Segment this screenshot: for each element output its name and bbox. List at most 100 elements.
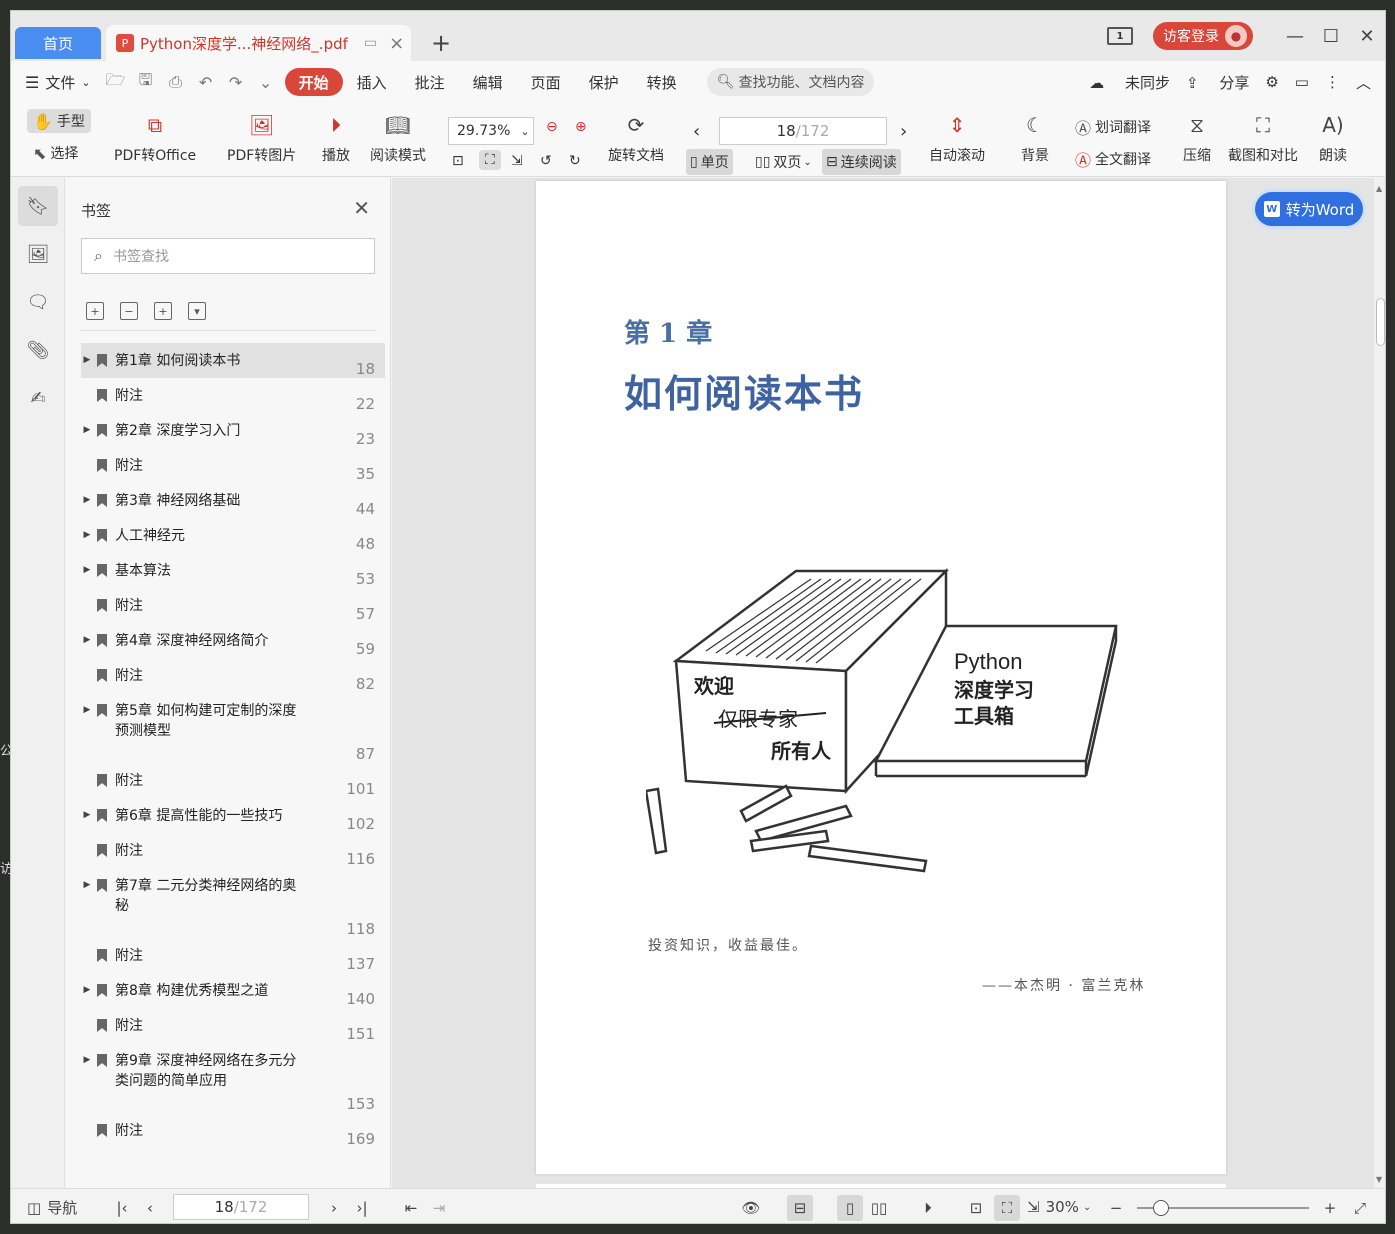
zoom-out-icon[interactable]: ⊖ bbox=[546, 119, 558, 135]
auto-scroll-button[interactable]: ⇕ 自动滚动 bbox=[929, 111, 985, 165]
new-tab-button[interactable]: + bbox=[431, 29, 451, 57]
expand-arrow-icon[interactable]: ▶ bbox=[81, 1055, 93, 1065]
actual-size-icon[interactable]: ⊡ bbox=[452, 153, 464, 169]
zoom-out-icon[interactable]: − bbox=[1103, 1195, 1129, 1221]
menu-tab-start[interactable]: 开始 bbox=[284, 68, 343, 96]
select-tool-button[interactable]: ⬉ 选择 bbox=[33, 143, 78, 163]
thumbnail-panel-icon[interactable]: 🖼︎ bbox=[18, 234, 58, 274]
read-mode-button[interactable]: 📖︎ 阅读模式 bbox=[370, 111, 426, 165]
zoom-slider[interactable] bbox=[1137, 1200, 1309, 1216]
guest-login-button[interactable]: 访客登录 ● bbox=[1153, 22, 1253, 50]
bookmark-item[interactable]: 附注 35 bbox=[81, 448, 385, 483]
navigation-toggle[interactable]: ◫ 导航 bbox=[27, 1197, 77, 1218]
customize-quick-access-icon[interactable]: ⌄ bbox=[255, 71, 277, 93]
zoom-in-icon[interactable]: ⊕ bbox=[575, 119, 587, 135]
undo-icon[interactable]: ↶ bbox=[195, 71, 217, 93]
bookmark-item[interactable]: ▶ 第5章 如何构建可定制的深度预测模型 87 bbox=[81, 693, 385, 763]
expand-arrow-icon[interactable]: ▶ bbox=[81, 705, 93, 715]
pdf-to-image-button[interactable]: 🖼︎ PDF转图片 bbox=[227, 111, 296, 165]
play-icon[interactable]: ⏵ bbox=[915, 1195, 941, 1221]
prev-page-icon[interactable]: ‹ bbox=[693, 121, 700, 142]
pin-icon[interactable]: ▭ bbox=[364, 35, 377, 51]
status-page-input[interactable]: 18/172 bbox=[173, 1194, 309, 1220]
continuous-view-icon[interactable]: ⊟ bbox=[787, 1195, 813, 1221]
expand-arrow-icon[interactable]: ▶ bbox=[81, 495, 93, 505]
window-count-icon[interactable]: 1 bbox=[1107, 27, 1133, 45]
close-tab-icon[interactable]: × bbox=[389, 33, 404, 54]
zoom-slider-knob[interactable] bbox=[1153, 1200, 1169, 1216]
expand-all-icon[interactable]: + bbox=[86, 302, 104, 320]
bookmark-item[interactable]: 附注 22 bbox=[81, 378, 385, 413]
rotate-left-icon[interactable]: ↺ bbox=[540, 153, 552, 169]
signature-panel-icon[interactable]: ✍︎ bbox=[18, 378, 58, 418]
maximize-icon[interactable]: ☐ bbox=[1313, 26, 1349, 47]
menu-tab-edit[interactable]: 编辑 bbox=[459, 68, 517, 96]
double-page-button[interactable]: ▯▯ 双页 ⌄ bbox=[751, 149, 816, 175]
actual-size-icon[interactable]: ⊡ bbox=[963, 1195, 989, 1221]
bookmark-item[interactable]: ▶ 第6章 提高性能的一些技巧 102 bbox=[81, 798, 385, 833]
collapse-all-icon[interactable]: − bbox=[120, 302, 138, 320]
screenshot-compare-button[interactable]: ⛶ 截图和对比 bbox=[1228, 111, 1298, 165]
menu-tab-convert[interactable]: 转换 bbox=[633, 68, 691, 96]
expand-arrow-icon[interactable]: ▶ bbox=[81, 425, 93, 435]
attachment-panel-icon[interactable]: 📎︎ bbox=[18, 330, 58, 370]
expand-arrow-icon[interactable]: ▶ bbox=[81, 880, 93, 890]
feature-search[interactable]: 🔍︎ 查找功能、文档内容 bbox=[706, 68, 875, 96]
expand-arrow-icon[interactable]: ▶ bbox=[81, 810, 93, 820]
bookmark-item[interactable]: ▶ 第9章 深度神经网络在多元分类问题的简单应用 153 bbox=[81, 1043, 385, 1113]
expand-arrow-icon[interactable]: ▶ bbox=[81, 530, 93, 540]
bookmark-item[interactable]: 附注 101 bbox=[81, 763, 385, 798]
bookmark-item[interactable]: ▶ 第1章 如何阅读本书 18 bbox=[81, 343, 385, 378]
pdf-to-office-button[interactable]: ⧉ PDF转Office bbox=[114, 111, 196, 165]
collapse-ribbon-icon[interactable]: ︿ bbox=[1356, 72, 1371, 93]
bookmark-item[interactable]: ▶ 第2章 深度学习入门 23 bbox=[81, 413, 385, 448]
next-page-icon[interactable]: › bbox=[321, 1195, 347, 1221]
play-button[interactable]: ⏵ 播放 bbox=[322, 111, 350, 165]
next-page-icon[interactable]: › bbox=[900, 121, 907, 142]
bookmark-item[interactable]: ▶ 人工神经元 48 bbox=[81, 518, 385, 553]
bookmark-item[interactable]: 附注 151 bbox=[81, 1008, 385, 1043]
menu-tab-protect[interactable]: 保护 bbox=[575, 68, 633, 96]
close-icon[interactable]: ✕ bbox=[353, 196, 370, 220]
menu-tab-annotate[interactable]: 批注 bbox=[401, 68, 459, 96]
document-viewport[interactable]: 第 1 章 如何阅读本书 欢迎 所有人 Python 深度学习 工具箱 投资知识… bbox=[392, 178, 1374, 1188]
convert-to-word-button[interactable]: W 转为Word bbox=[1255, 192, 1363, 226]
bookmark-item[interactable]: 附注 137 bbox=[81, 938, 385, 973]
fit-page-icon[interactable]: ⛶ bbox=[479, 150, 501, 170]
double-page-view-icon[interactable]: ▯▯ bbox=[866, 1195, 892, 1221]
rotate-right-icon[interactable]: ↻ bbox=[569, 153, 581, 169]
print-icon[interactable]: ⎙ bbox=[165, 71, 187, 93]
full-translate-button[interactable]: Ⓐ 全文翻译 bbox=[1075, 147, 1151, 171]
menu-tab-insert[interactable]: 插入 bbox=[343, 68, 401, 96]
bookmark-icon[interactable]: ▾ bbox=[188, 302, 206, 320]
menu-tab-page[interactable]: 页面 bbox=[517, 68, 575, 96]
tab-document[interactable]: P Python深度学...神经网络_.pdf ▭ × bbox=[106, 25, 411, 61]
expand-arrow-icon[interactable]: ▶ bbox=[81, 985, 93, 995]
bookmark-item[interactable]: 附注 169 bbox=[81, 1113, 385, 1148]
zoom-select[interactable]: 29.73% ⌄ bbox=[448, 117, 534, 145]
fit-width-icon[interactable]: ⇲ bbox=[511, 153, 523, 169]
zoom-in-icon[interactable]: + bbox=[1317, 1195, 1343, 1221]
redo-icon[interactable]: ↷ bbox=[225, 71, 247, 93]
read-aloud-button[interactable]: A) 朗读 bbox=[1319, 111, 1347, 165]
bookmark-search-input[interactable]: ⌕ 书签查找 bbox=[81, 238, 375, 274]
scrollbar-thumb[interactable] bbox=[1376, 298, 1385, 346]
single-page-view-icon[interactable]: ▯ bbox=[837, 1195, 863, 1221]
cloud-sync-button[interactable]: ☁ 未同步 bbox=[1089, 72, 1170, 93]
hand-tool-button[interactable]: ✋ 手型 bbox=[27, 109, 91, 133]
more-icon[interactable]: ⋮ bbox=[1325, 73, 1340, 91]
minimize-icon[interactable]: — bbox=[1277, 26, 1313, 47]
bookmark-item[interactable]: ▶ 第3章 神经网络基础 44 bbox=[81, 483, 385, 518]
file-menu[interactable]: ☰ 文件 ⌄ bbox=[25, 72, 91, 93]
expand-arrow-icon[interactable]: ▶ bbox=[81, 565, 93, 575]
bookmark-item[interactable]: ▶ 第4章 深度神经网络简介 59 bbox=[81, 623, 385, 658]
background-button[interactable]: ☾ 背景 bbox=[1021, 111, 1049, 165]
prev-page-icon[interactable]: ‹ bbox=[137, 1195, 163, 1221]
compress-button[interactable]: ⧖ 压缩 bbox=[1183, 111, 1211, 165]
page-number-input[interactable]: 18/172 bbox=[719, 117, 887, 145]
comment-icon[interactable]: ▭ bbox=[1295, 73, 1309, 91]
settings-icon[interactable]: ⚙ bbox=[1265, 73, 1278, 91]
rotate-document-button[interactable]: ⟳ 旋转文档 bbox=[608, 111, 664, 165]
word-translate-button[interactable]: Ⓐ 划词翻译 bbox=[1075, 115, 1151, 139]
last-page-icon[interactable]: ›| bbox=[349, 1195, 375, 1221]
